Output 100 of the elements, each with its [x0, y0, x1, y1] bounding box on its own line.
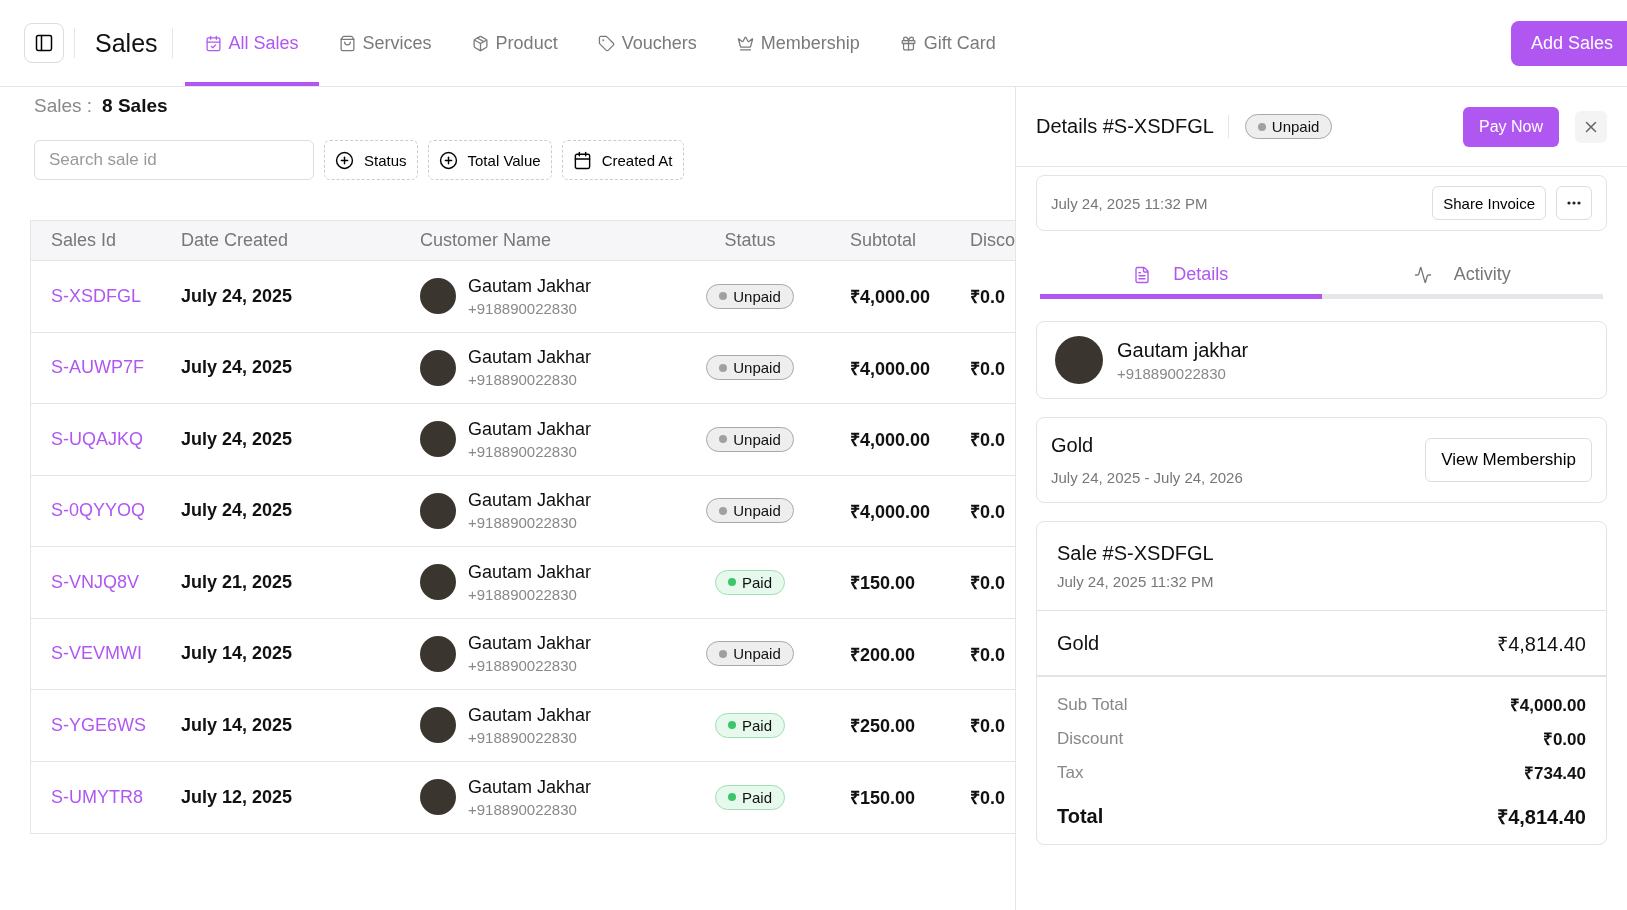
- invoice-date: July 24, 2025 11:32 PM: [1051, 194, 1208, 212]
- status-badge: Unpaid: [1244, 114, 1333, 139]
- sale-date: July 24, 2025 11:32 PM: [1057, 573, 1214, 590]
- document-icon: [1133, 265, 1152, 284]
- subtotal-cell-text: ₹250.00: [849, 715, 917, 738]
- subtotal-cell-text: ₹4,000.00: [849, 429, 932, 452]
- plus-circle-icon: [438, 150, 458, 170]
- status-badge: Paid: [715, 569, 785, 595]
- table-cell-text: ₹0.0: [970, 572, 1007, 595]
- column-header: Customer Name: [420, 230, 553, 251]
- nav-tab[interactable]: Services: [318, 0, 452, 86]
- customer-name: Gautam jakhar: [1117, 338, 1249, 362]
- status-badge: Unpaid: [706, 498, 794, 524]
- status-badge: Unpaid: [706, 426, 794, 452]
- subtotal-cell-text: ₹4,000.00: [849, 357, 932, 380]
- details-tab[interactable]: Details: [1040, 255, 1322, 299]
- sale-title: Sale #S-XSDFGL: [1057, 542, 1215, 565]
- customer-name: Gautam Jakhar: [468, 776, 592, 798]
- nav-tab[interactable]: All Sales: [184, 0, 319, 86]
- sale-id-link[interactable]: S-0QYYOQ: [51, 500, 146, 521]
- table-cell-text: ₹0.0: [970, 500, 1007, 523]
- avatar: [1055, 336, 1103, 384]
- customer-phone: +918890022830: [468, 585, 578, 603]
- breakdown-value: ₹734.40: [1524, 763, 1586, 784]
- add-sales-button[interactable]: Add Sales: [1510, 20, 1627, 66]
- item-name: Gold: [1057, 631, 1100, 655]
- gift-icon: [899, 34, 917, 52]
- close-button[interactable]: [1575, 110, 1607, 143]
- avatar: [420, 278, 456, 315]
- details-tab[interactable]: Activity: [1321, 255, 1603, 299]
- calendar-check-icon: [204, 34, 222, 52]
- sale-id-link[interactable]: S-UQAJKQ: [51, 428, 143, 449]
- membership-period: July 24, 2025 - July 24, 2026: [1051, 469, 1243, 486]
- customer-phone: +918890022830: [468, 800, 578, 818]
- customer-phone: +918890022830: [468, 299, 578, 317]
- table-cell-text: ₹0.0: [970, 715, 1007, 738]
- more-button[interactable]: [1556, 186, 1592, 220]
- subtotal-cell-text: ₹200.00: [849, 643, 917, 666]
- sale-id-link[interactable]: S-YGE6WS: [51, 714, 147, 735]
- bag-icon: [338, 34, 356, 52]
- column-header: Status: [723, 230, 777, 251]
- customer-phone: +918890022830: [468, 371, 578, 389]
- avatar: [420, 492, 456, 529]
- sale-id-link[interactable]: S-VNJQ8V: [51, 571, 140, 592]
- date-cell-text: July 21, 2025: [181, 571, 294, 593]
- column-header: Date Created: [181, 230, 290, 251]
- status-badge: Unpaid: [706, 283, 794, 309]
- calendar-icon: [572, 150, 592, 170]
- avatar: [420, 421, 456, 458]
- view-membership-button[interactable]: View Membership: [1425, 438, 1592, 482]
- breakdown-label: Sub Total: [1057, 694, 1128, 715]
- nav-tab[interactable]: Product: [451, 0, 578, 86]
- sale-id-link[interactable]: S-VEVMWI: [51, 643, 142, 664]
- table-cell-text: ₹0.0: [970, 643, 1007, 666]
- breakdown-label: Discount: [1057, 728, 1124, 749]
- column-header: Subtotal: [849, 230, 918, 251]
- pay-now-button[interactable]: Pay Now: [1462, 106, 1559, 147]
- subtotal-cell-text: ₹4,000.00: [849, 500, 932, 523]
- filter-button[interactable]: Total Value: [427, 140, 552, 180]
- customer-phone: +918890022830: [468, 442, 578, 460]
- nav-tab[interactable]: Vouchers: [577, 0, 717, 86]
- sidebar-toggle-button[interactable]: [24, 23, 64, 63]
- customer-name: Gautam Jakhar: [468, 561, 592, 583]
- table-cell-text: ₹0.0: [970, 787, 1007, 810]
- customer-name: Gautam Jakhar: [468, 275, 592, 297]
- date-cell-text: July 24, 2025: [181, 428, 294, 450]
- filter-button[interactable]: Created At: [561, 140, 684, 180]
- customer-phone: +918890022830: [468, 657, 578, 675]
- nav-tab[interactable]: Gift Card: [879, 0, 1016, 86]
- customer-name: Gautam Jakhar: [468, 490, 592, 512]
- date-cell-text: July 12, 2025: [181, 786, 294, 808]
- subtotal-cell-text: ₹150.00: [849, 787, 917, 810]
- search-field[interactable]: Search sale id: [34, 140, 314, 180]
- column-header: Sales Id: [51, 230, 118, 251]
- breakdown-value: ₹4,000.00: [1509, 695, 1586, 716]
- breakdown-label: Tax: [1057, 762, 1084, 783]
- avatar: [420, 635, 456, 672]
- table-cell-text: ₹0.0: [970, 429, 1007, 452]
- share-invoice-button[interactable]: Share Invoice: [1432, 186, 1546, 220]
- sale-id-link[interactable]: S-XSDFGL: [51, 285, 142, 306]
- plus-circle-icon: [335, 150, 354, 170]
- details-title: Details #S-XSDFGL: [1036, 115, 1229, 138]
- total-label: Total: [1057, 805, 1104, 828]
- filter-button[interactable]: Status: [324, 140, 418, 180]
- page-title: Sales: [74, 28, 173, 58]
- avatar: [420, 564, 456, 601]
- breakdown-value: ₹0.00: [1542, 729, 1586, 750]
- nav-tab[interactable]: Membership: [716, 0, 880, 86]
- package-icon: [471, 34, 489, 52]
- customer-phone: +918890022830: [468, 514, 578, 532]
- date-cell-text: July 24, 2025: [181, 285, 294, 307]
- status-badge: Paid: [715, 784, 785, 810]
- customer-name: Gautam Jakhar: [468, 704, 592, 726]
- status-badge: Unpaid: [706, 355, 794, 381]
- sale-id-link[interactable]: S-UMYTR8: [51, 786, 143, 807]
- avatar: [420, 707, 456, 744]
- subtotal-cell-text: ₹150.00: [849, 572, 917, 595]
- customer-phone: +918890022830: [1117, 364, 1227, 382]
- sale-id-link[interactable]: S-AUWP7F: [51, 357, 144, 378]
- date-cell-text: July 24, 2025: [181, 500, 294, 522]
